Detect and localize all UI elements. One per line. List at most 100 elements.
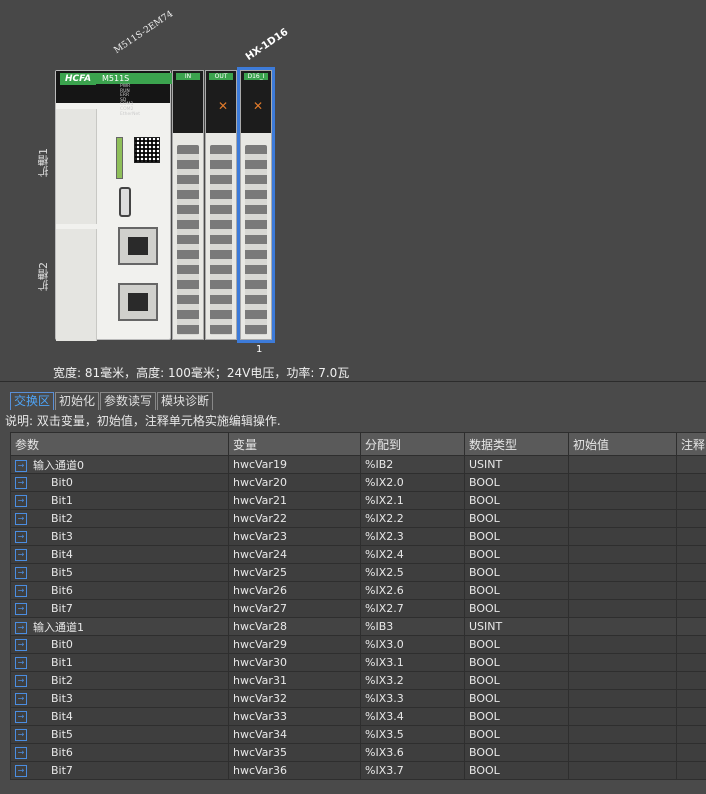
variable-cell[interactable]: hwcVar28 — [228, 617, 361, 636]
param-cell[interactable]: → Bit1 — [10, 491, 229, 510]
datatype-cell[interactable]: BOOL — [464, 743, 569, 762]
variable-cell[interactable]: hwcVar30 — [228, 653, 361, 672]
table-row[interactable]: → Bit4 hwcVar24 %IX2.4 BOOL — [10, 545, 706, 564]
comment-cell[interactable] — [676, 725, 706, 744]
variable-cell[interactable]: hwcVar31 — [228, 671, 361, 690]
datatype-cell[interactable]: BOOL — [464, 491, 569, 510]
table-row[interactable]: → Bit1 hwcVar21 %IX2.1 BOOL — [10, 491, 706, 510]
initial-value-cell[interactable] — [568, 761, 677, 780]
param-cell[interactable]: → Bit6 — [10, 743, 229, 762]
param-cell[interactable]: → Bit1 — [10, 653, 229, 672]
param-cell[interactable]: → Bit2 — [10, 671, 229, 690]
comment-cell[interactable] — [676, 743, 706, 762]
address-cell[interactable]: %IX2.1 — [360, 491, 465, 510]
table-row[interactable]: → Bit5 hwcVar25 %IX2.5 BOOL — [10, 563, 706, 582]
datatype-cell[interactable]: BOOL — [464, 653, 569, 672]
initial-value-cell[interactable] — [568, 509, 677, 528]
address-cell[interactable]: %IX2.2 — [360, 509, 465, 528]
io-module-in[interactable]: IN — [172, 70, 204, 340]
datatype-cell[interactable]: BOOL — [464, 599, 569, 618]
param-cell[interactable]: → Bit3 — [10, 689, 229, 708]
datatype-cell[interactable]: BOOL — [464, 509, 569, 528]
initial-value-cell[interactable] — [568, 455, 677, 474]
param-cell[interactable]: → Bit6 — [10, 581, 229, 600]
expansion-slot-2[interactable] — [56, 229, 97, 341]
variable-cell[interactable]: hwcVar34 — [228, 725, 361, 744]
initial-value-cell[interactable] — [568, 563, 677, 582]
initial-value-cell[interactable] — [568, 473, 677, 492]
comment-cell[interactable] — [676, 689, 706, 708]
comment-cell[interactable] — [676, 617, 706, 636]
address-cell[interactable]: %IX3.6 — [360, 743, 465, 762]
address-cell[interactable]: %IX2.7 — [360, 599, 465, 618]
param-cell[interactable]: → Bit4 — [10, 545, 229, 564]
initial-value-cell[interactable] — [568, 599, 677, 618]
variable-cell[interactable]: hwcVar22 — [228, 509, 361, 528]
comment-cell[interactable] — [676, 761, 706, 780]
address-cell[interactable]: %IX2.4 — [360, 545, 465, 564]
initial-value-cell[interactable] — [568, 581, 677, 600]
address-cell[interactable]: %IX3.5 — [360, 725, 465, 744]
address-cell[interactable]: %IB3 — [360, 617, 465, 636]
table-row[interactable]: → Bit6 hwcVar35 %IX3.6 BOOL — [10, 743, 706, 762]
table-row[interactable]: → Bit0 hwcVar29 %IX3.0 BOOL — [10, 635, 706, 654]
datatype-cell[interactable]: BOOL — [464, 581, 569, 600]
table-row[interactable]: → Bit1 hwcVar30 %IX3.1 BOOL — [10, 653, 706, 672]
datatype-cell[interactable]: USINT — [464, 617, 569, 636]
comment-cell[interactable] — [676, 545, 706, 564]
variable-cell[interactable]: hwcVar21 — [228, 491, 361, 510]
comment-cell[interactable] — [676, 563, 706, 582]
address-cell[interactable]: %IX3.3 — [360, 689, 465, 708]
datatype-cell[interactable]: BOOL — [464, 707, 569, 726]
plc-main-module[interactable]: HCFA M511S PWR RUN ERR SD COM1 COM2 Ethe… — [55, 70, 172, 341]
datatype-cell[interactable]: BOOL — [464, 725, 569, 744]
address-cell[interactable]: %IX2.3 — [360, 527, 465, 546]
param-cell[interactable]: → Bit0 — [10, 635, 229, 654]
initial-value-cell[interactable] — [568, 527, 677, 546]
param-cell[interactable]: → 输入通道1 — [10, 617, 229, 636]
tab-exchange[interactable]: 交换区 — [10, 392, 55, 410]
initial-value-cell[interactable] — [568, 491, 677, 510]
param-cell[interactable]: → Bit0 — [10, 473, 229, 492]
comment-cell[interactable] — [676, 653, 706, 672]
initial-value-cell[interactable] — [568, 545, 677, 564]
hardware-canvas[interactable]: M511S-2EM74 HX-1D16 扩槽1 扩槽2 HCFA M511S P… — [0, 0, 706, 382]
datatype-cell[interactable]: BOOL — [464, 473, 569, 492]
expansion-slot-1[interactable] — [56, 109, 97, 224]
comment-cell[interactable] — [676, 707, 706, 726]
datatype-cell[interactable]: USINT — [464, 455, 569, 474]
initial-value-cell[interactable] — [568, 635, 677, 654]
table-row[interactable]: → Bit4 hwcVar33 %IX3.4 BOOL — [10, 707, 706, 726]
variable-cell[interactable]: hwcVar25 — [228, 563, 361, 582]
table-row[interactable]: → Bit3 hwcVar32 %IX3.3 BOOL — [10, 689, 706, 708]
comment-cell[interactable] — [676, 635, 706, 654]
variable-cell[interactable]: hwcVar35 — [228, 743, 361, 762]
param-cell[interactable]: → Bit4 — [10, 707, 229, 726]
table-row[interactable]: → Bit2 hwcVar31 %IX3.2 BOOL — [10, 671, 706, 690]
address-cell[interactable]: %IX3.2 — [360, 671, 465, 690]
variable-cell[interactable]: hwcVar27 — [228, 599, 361, 618]
datatype-cell[interactable]: BOOL — [464, 671, 569, 690]
table-row[interactable]: → Bit7 hwcVar27 %IX2.7 BOOL — [10, 599, 706, 618]
datatype-cell[interactable]: BOOL — [464, 761, 569, 780]
datatype-cell[interactable]: BOOL — [464, 527, 569, 546]
tab-diagnostics[interactable]: 模块诊断 — [157, 392, 214, 410]
datatype-cell[interactable]: BOOL — [464, 635, 569, 654]
table-row[interactable]: → Bit6 hwcVar26 %IX2.6 BOOL — [10, 581, 706, 600]
initial-value-cell[interactable] — [568, 653, 677, 672]
table-row[interactable]: → 输入通道0 hwcVar19 %IB2 USINT — [10, 455, 706, 474]
comment-cell[interactable] — [676, 509, 706, 528]
variable-cell[interactable]: hwcVar29 — [228, 635, 361, 654]
address-cell[interactable]: %IX2.6 — [360, 581, 465, 600]
comment-cell[interactable] — [676, 491, 706, 510]
variable-cell[interactable]: hwcVar19 — [228, 455, 361, 474]
address-cell[interactable]: %IB2 — [360, 455, 465, 474]
comment-cell[interactable] — [676, 455, 706, 474]
column-header[interactable]: 注释 — [676, 432, 706, 456]
tab-init[interactable]: 初始化 — [55, 392, 100, 410]
initial-value-cell[interactable] — [568, 707, 677, 726]
table-row[interactable]: → Bit0 hwcVar20 %IX2.0 BOOL — [10, 473, 706, 492]
table-row[interactable]: → 输入通道1 hwcVar28 %IB3 USINT — [10, 617, 706, 636]
datatype-cell[interactable]: BOOL — [464, 689, 569, 708]
table-row[interactable]: → Bit7 hwcVar36 %IX3.7 BOOL — [10, 761, 706, 780]
